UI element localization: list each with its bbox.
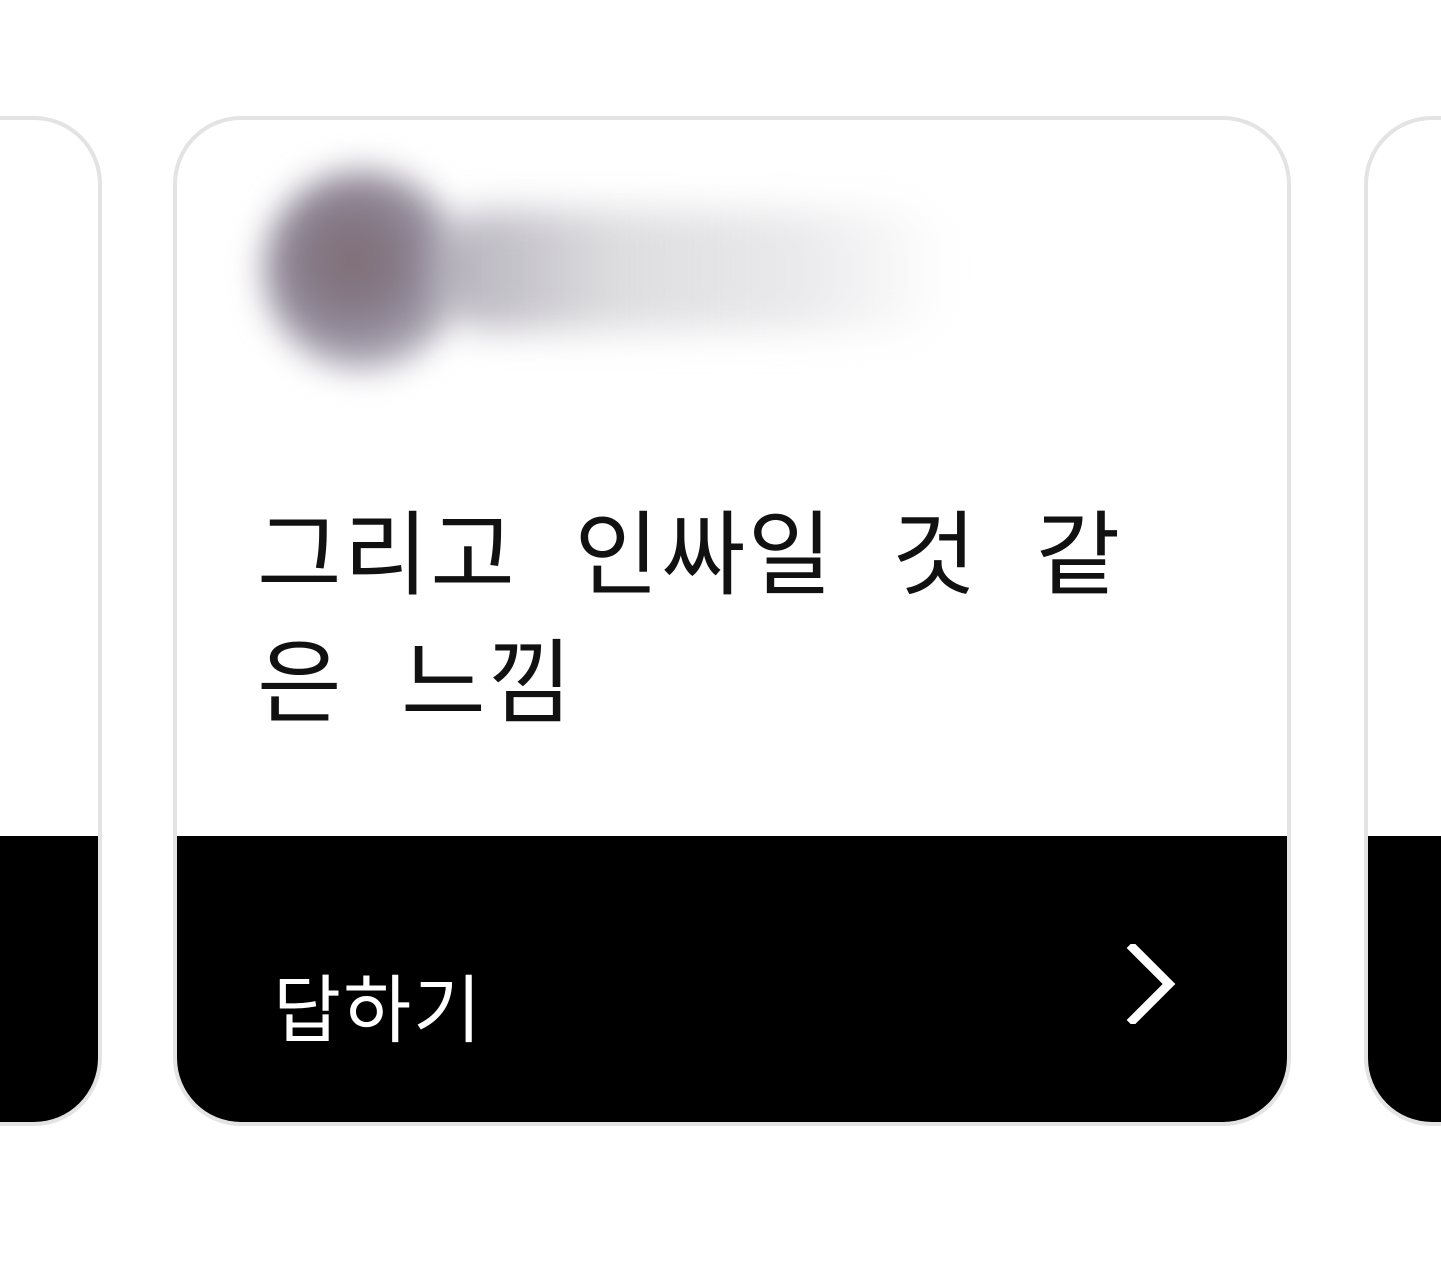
question-card-next[interactable]: [1364, 116, 1441, 1126]
card-footer[interactable]: [1368, 836, 1441, 1122]
author-name: [433, 210, 953, 330]
author-info: [233, 150, 973, 390]
answer-button-label: 답하기: [273, 968, 484, 1054]
question-text: 그리고 인싸일 것 같은 느낌: [257, 502, 1123, 737]
chevron-right-icon: [1125, 944, 1185, 1024]
question-card-previous[interactable]: [0, 116, 102, 1126]
card-footer[interactable]: [0, 836, 98, 1122]
question-card[interactable]: 그리고 인싸일 것 같은 느낌 답하기: [173, 116, 1291, 1126]
answer-button[interactable]: 답하기: [177, 836, 1287, 1122]
question-carousel: 그리고 인싸일 것 같은 느낌 답하기: [0, 0, 1441, 1280]
